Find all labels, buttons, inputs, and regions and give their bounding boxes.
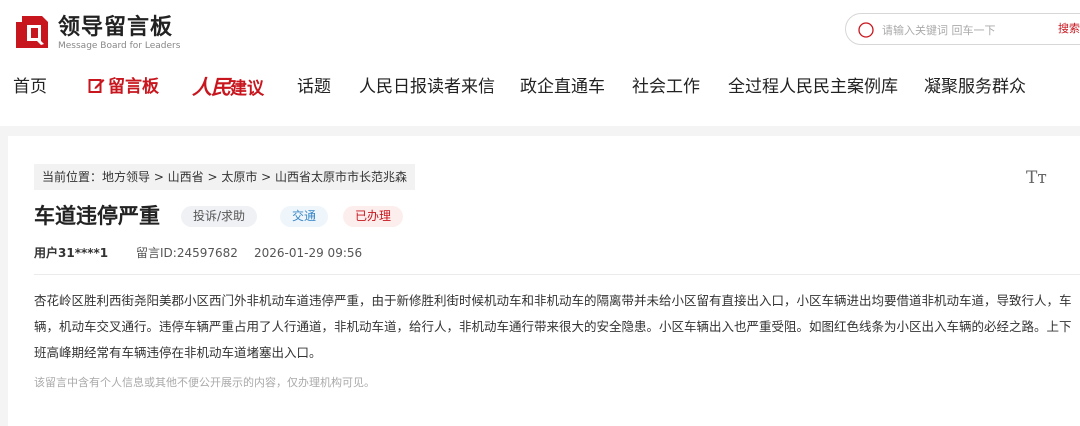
search-button[interactable]: 搜索 xyxy=(1058,14,1080,44)
logo-subtitle: Message Board for Leaders xyxy=(58,41,181,51)
nav-readers-letters[interactable]: 人民日报读者来信 xyxy=(359,70,495,104)
nav-serve-masses[interactable]: 凝聚服务群众 xyxy=(924,70,1026,104)
message-id: 留言ID:24597682 xyxy=(136,246,238,260)
category-tag: 投诉/求助 xyxy=(181,206,258,227)
message-user: 用户31****1 xyxy=(34,246,109,260)
status-badge: 已办理 xyxy=(343,206,404,227)
search-box: 搜索 xyxy=(845,13,1080,45)
divider xyxy=(34,274,1080,275)
main-nav: 首页 留言板 人民建议 话题 人民日报读者来信 政企直通车 社会工作 全过程人民… xyxy=(0,70,1080,104)
logo-mark-icon xyxy=(16,16,48,48)
domain-tag: 交通 xyxy=(280,206,329,227)
nav-democracy-cases[interactable]: 全过程人民民主案例库 xyxy=(728,70,898,104)
search-input[interactable] xyxy=(882,20,1042,40)
breadcrumb[interactable]: 当前位置：地方领导 > 山西省 > 太原市 > 山西省太原市市长范兆森 xyxy=(34,164,416,190)
edit-icon xyxy=(88,79,105,93)
search-icon xyxy=(858,22,874,38)
privacy-notice: 该留言中含有个人信息或其他不便公开展示的内容，仅办理机构可见。 xyxy=(34,376,375,389)
nav-people-script: 人民 xyxy=(192,75,231,99)
message-card: 当前位置：地方领导 > 山西省 > 太原市 > 山西省太原市市长范兆森 Tт 车… xyxy=(8,136,1080,426)
nav-message-board-label: 留言板 xyxy=(108,77,159,97)
nav-message-board[interactable]: 留言板 xyxy=(88,70,159,104)
font-size-icon[interactable]: Tт xyxy=(1026,168,1047,188)
message-date: 2026-01-29 09:56 xyxy=(254,246,363,260)
nav-topics[interactable]: 话题 xyxy=(297,70,331,104)
nav-suggestion-label: 建议 xyxy=(230,79,264,99)
message-content: 杏花岭区胜利西街尧阳美郡小区西门外非机动车道违停严重，由于新修胜利街时候机动车和… xyxy=(34,293,1072,360)
nav-social-work[interactable]: 社会工作 xyxy=(632,70,700,104)
nav-enterprise-express[interactable]: 政企直通车 xyxy=(520,70,605,104)
nav-home[interactable]: 首页 xyxy=(13,70,47,104)
message-meta: 用户31****1 留言ID:24597682 2026-01-29 09:56 xyxy=(34,244,362,262)
message-title: 车道违停严重 xyxy=(34,204,160,228)
nav-people-suggestion[interactable]: 人民建议 xyxy=(192,70,264,104)
site-logo[interactable]: 领导留言板 Message Board for Leaders xyxy=(14,14,186,54)
site-header: 领导留言板 Message Board for Leaders 搜索 首页 留言… xyxy=(0,0,1080,126)
logo-title: 领导留言板 xyxy=(58,15,174,40)
